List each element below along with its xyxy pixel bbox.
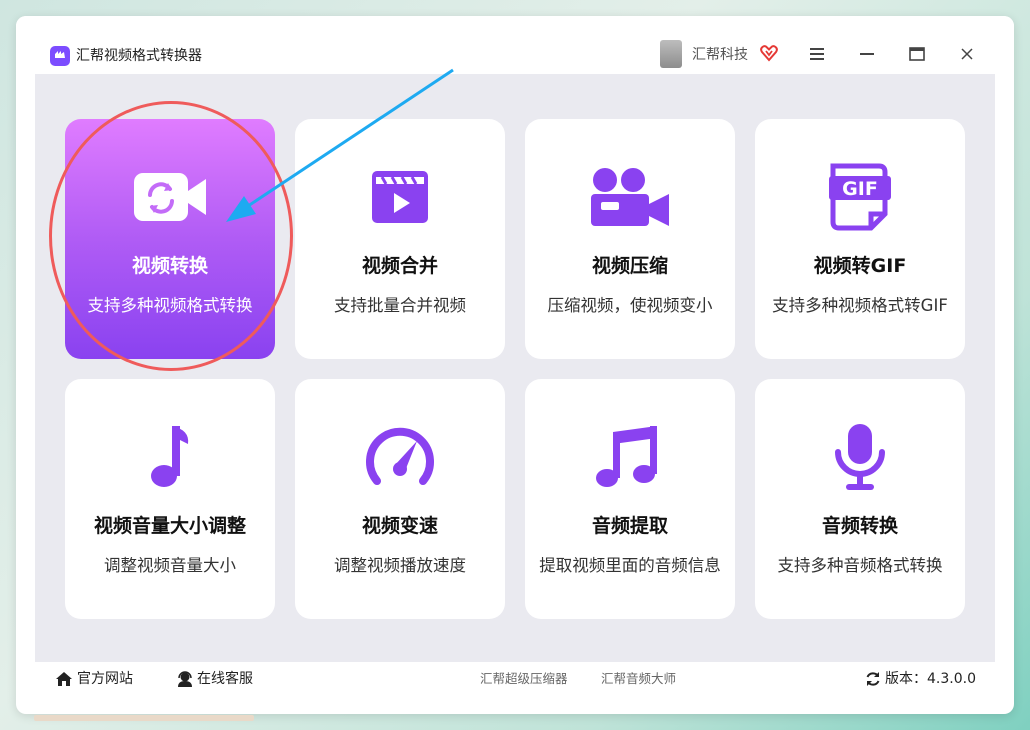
avatar[interactable]: [660, 40, 682, 68]
card-video-compress[interactable]: 视频压缩 压缩视频，使视频变小: [525, 119, 735, 359]
compressor-label: 汇帮超级压缩器: [480, 671, 568, 686]
support-link[interactable]: 在线客服: [177, 670, 253, 688]
card-title: 视频压缩: [591, 255, 668, 277]
menu-button[interactable]: [806, 43, 828, 65]
title-bar: 汇帮视频格式转换器 汇帮科技: [16, 16, 1014, 74]
microphone-icon: [755, 424, 965, 490]
music-notes-icon: [525, 424, 735, 490]
app-logo-icon: [50, 46, 70, 66]
close-button[interactable]: [956, 43, 978, 65]
feature-grid: 视频转换 支持多种视频格式转换 视频合并 支持批量合并视频 视频压缩 压缩视频，…: [35, 74, 995, 662]
speedometer-icon: [295, 424, 505, 490]
music-note-icon: [65, 424, 275, 490]
card-desc: 支持多种视频格式转GIF: [772, 296, 948, 315]
close-icon: [961, 48, 973, 60]
gif-file-icon: GIF: [755, 163, 965, 231]
card-title: 视频合并: [361, 255, 438, 277]
video-convert-icon: [65, 164, 275, 230]
card-desc: 调整视频音量大小: [104, 556, 236, 575]
app-window: 汇帮视频格式转换器 汇帮科技 视频转换 支持多种视频格式转换 视频合并 支持批量…: [16, 16, 1014, 714]
compressor-link[interactable]: 汇帮超级压缩器: [480, 670, 568, 688]
audio-master-link[interactable]: 汇帮音频大师: [601, 670, 676, 688]
website-label: 官方网站: [77, 671, 133, 687]
card-desc: 支持多种视频格式转换: [87, 296, 253, 315]
version-label: 版本：4.3.0.0: [885, 671, 976, 687]
footer-bar: 官方网站 在线客服 汇帮超级压缩器 汇帮音频大师 版本：4.3.0.0: [35, 662, 995, 696]
card-desc: 支持多种音频格式转换: [777, 556, 943, 575]
card-desc: 支持批量合并视频: [334, 296, 466, 315]
card-desc: 调整视频播放速度: [334, 556, 466, 575]
clapperboard-icon: [295, 164, 505, 230]
vip-heart-icon[interactable]: [760, 44, 778, 66]
card-desc: 压缩视频，使视频变小: [547, 296, 713, 315]
card-title: 音频提取: [591, 515, 668, 537]
version-info[interactable]: 版本：4.3.0.0: [865, 670, 976, 688]
card-video-gif[interactable]: GIF 视频转GIF 支持多种视频格式转GIF: [755, 119, 965, 359]
video-camera-icon: [525, 164, 735, 230]
website-link[interactable]: 官方网站: [55, 670, 133, 688]
customer-service-icon: [178, 671, 192, 687]
audio-master-label: 汇帮音频大师: [601, 671, 677, 686]
taskbar-strip: [34, 715, 254, 721]
card-title: 视频转GIF: [813, 255, 907, 277]
gif-icon-text: GIF: [842, 178, 878, 200]
home-icon: [56, 672, 72, 686]
card-desc: 提取视频里面的音频信息: [539, 556, 721, 575]
card-volume-adjust[interactable]: 视频音量大小调整 调整视频音量大小: [65, 379, 275, 619]
menu-icon: [810, 48, 824, 60]
card-title: 音频转换: [821, 515, 898, 537]
card-title: 视频转换: [131, 255, 208, 277]
card-video-convert[interactable]: 视频转换 支持多种视频格式转换: [65, 119, 275, 359]
maximize-button[interactable]: [906, 43, 928, 65]
card-audio-extract[interactable]: 音频提取 提取视频里面的音频信息: [525, 379, 735, 619]
card-audio-convert[interactable]: 音频转换 支持多种音频格式转换: [755, 379, 965, 619]
card-video-speed[interactable]: 视频变速 调整视频播放速度: [295, 379, 505, 619]
refresh-icon: [866, 672, 880, 686]
support-label: 在线客服: [197, 671, 253, 687]
minimize-icon: [860, 53, 874, 55]
minimize-button[interactable]: [856, 43, 878, 65]
card-title: 视频音量大小调整: [93, 515, 246, 537]
card-video-merge[interactable]: 视频合并 支持批量合并视频: [295, 119, 505, 359]
app-title: 汇帮视频格式转换器: [76, 48, 202, 64]
user-name[interactable]: 汇帮科技: [692, 46, 748, 64]
card-title: 视频变速: [361, 515, 438, 537]
maximize-icon: [909, 47, 925, 61]
